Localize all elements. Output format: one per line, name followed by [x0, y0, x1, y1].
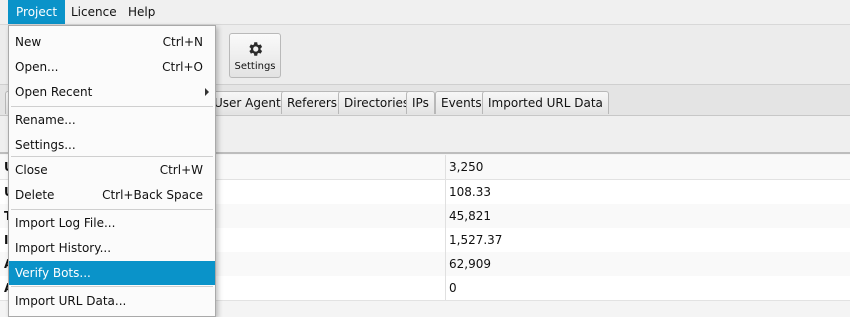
menu-item-label: Import URL Data...	[15, 294, 127, 308]
menu-item-label: Settings...	[15, 138, 76, 152]
menu-item-shortcut: Ctrl+W	[159, 163, 203, 177]
submenu-arrow-icon	[205, 88, 209, 96]
menu-item-import-url-data[interactable]: Import URL Data...	[9, 289, 215, 313]
settings-button[interactable]: Settings	[229, 33, 281, 78]
row-value: 108.33	[449, 185, 491, 199]
menu-item-shortcut: Ctrl+Back Space	[102, 188, 203, 202]
tab-referers[interactable]: Referers	[281, 91, 344, 114]
menu-item-verify-bots[interactable]: Verify Bots...	[9, 261, 215, 285]
menu-item-rename[interactable]: Rename...	[9, 108, 215, 132]
menu-licence[interactable]: Licence	[63, 0, 125, 24]
row-value: 62,909	[449, 257, 491, 271]
menu-item-settings[interactable]: Settings...	[9, 133, 215, 157]
menu-separator	[11, 209, 213, 210]
project-menu: New Ctrl+N Open... Ctrl+O Open Recent Re…	[8, 25, 216, 317]
menu-separator	[11, 286, 213, 287]
menu-item-label: Rename...	[15, 113, 76, 127]
menu-item-shortcut: Ctrl+O	[162, 60, 203, 74]
menu-item-label: Import History...	[15, 241, 112, 255]
menu-item-close[interactable]: Close Ctrl+W	[9, 158, 215, 182]
menu-item-open[interactable]: Open... Ctrl+O	[9, 55, 215, 79]
row-value: 0	[449, 281, 457, 295]
menu-item-label: Open...	[15, 60, 59, 74]
tab-directories[interactable]: Directories	[338, 91, 416, 114]
menu-item-shortcut: Ctrl+N	[162, 35, 203, 49]
menu-item-label: Delete	[15, 188, 55, 202]
tab-events[interactable]: Events	[435, 91, 488, 114]
menu-item-label: Open Recent	[15, 85, 93, 99]
menu-item-label: New	[15, 35, 42, 49]
row-value: 45,821	[449, 209, 491, 223]
menu-item-new[interactable]: New Ctrl+N	[9, 30, 215, 54]
settings-button-label: Settings	[234, 61, 276, 72]
row-value: 1,527.37	[449, 233, 503, 247]
menu-separator	[11, 156, 213, 157]
menu-help[interactable]: Help	[120, 0, 163, 24]
menu-project[interactable]: Project	[8, 0, 66, 24]
menu-item-import-log-file[interactable]: Import Log File...	[9, 211, 215, 235]
menu-item-label: Verify Bots...	[15, 266, 91, 280]
menu-item-import-history[interactable]: Import History...	[9, 236, 215, 260]
row-value: 3,250	[449, 160, 484, 174]
gear-icon	[249, 42, 263, 56]
menu-item-delete[interactable]: Delete Ctrl+Back Space	[9, 183, 215, 207]
tab-imported-url-data[interactable]: Imported URL Data	[482, 91, 609, 114]
menu-bar: Project Licence Help	[0, 0, 850, 25]
menu-item-open-recent[interactable]: Open Recent	[9, 80, 215, 104]
menu-item-label: Close	[15, 163, 48, 177]
tab-ips[interactable]: IPs	[406, 91, 435, 114]
menu-item-label: Import Log File...	[15, 216, 116, 230]
menu-separator	[11, 106, 213, 107]
